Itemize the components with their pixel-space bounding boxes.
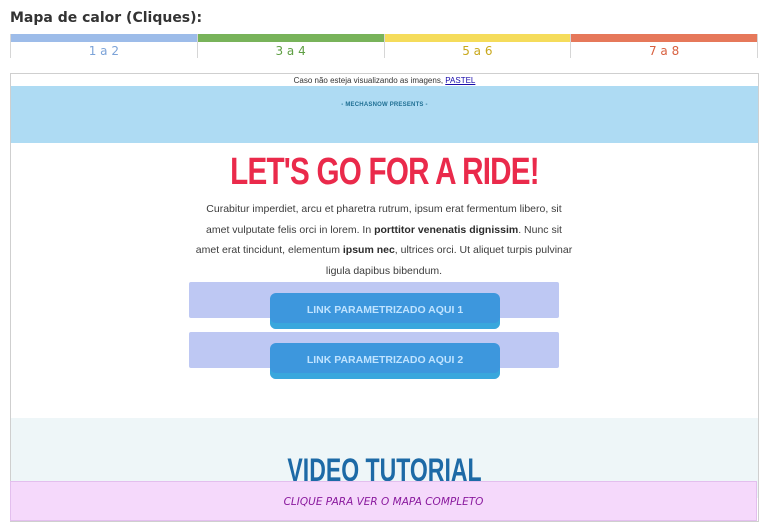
legend-color-bar: [197, 34, 384, 42]
legend-item-7-8: 7 a 8: [570, 34, 758, 58]
legend-color-bar: [571, 34, 757, 42]
email-headline: LET'S GO FOR A RIDE!: [230, 151, 539, 193]
link-button-1[interactable]: LINK PARAMETRIZADO AQUI 1: [270, 293, 500, 329]
legend-color-bar: [11, 34, 197, 42]
image-notice: Caso não esteja visualizando as imagens,…: [11, 74, 758, 86]
legend-label: 1 a 2: [88, 44, 119, 58]
link-button-2[interactable]: LINK PARAMETRIZADO AQUI 2: [270, 343, 500, 379]
heatmap-legend: 1 a 2 3 a 4 5 a 6 7 a 8: [10, 34, 758, 58]
heatmap-title: Mapa de calor (Cliques):: [10, 10, 203, 26]
legend-item-1-2: 1 a 2: [10, 34, 197, 58]
body-bold-text: ipsum nec: [342, 244, 395, 256]
email-body-text: Curabitur imperdiet, arcu et pharetra ru…: [194, 199, 574, 281]
legend-label: 5 a 6: [462, 44, 493, 58]
body-bold-text: porttitor venenatis dignissim: [374, 223, 519, 236]
image-notice-text: Caso não esteja visualizando as imagens,: [293, 76, 444, 85]
presents-text: - MECHASNOW PRESENTS -: [341, 102, 428, 108]
legend-item-3-4: 3 a 4: [196, 34, 384, 58]
legend-label: 3 a 4: [275, 44, 306, 58]
legend-item-5-6: 5 a 6: [383, 34, 571, 58]
full-map-button[interactable]: CLIQUE PARA VER O MAPA COMPLETO: [10, 481, 757, 521]
legend-label: 7 a 8: [648, 44, 680, 58]
hero-banner: - MECHASNOW PRESENTS -: [11, 86, 758, 143]
notice-link[interactable]: PASTEL: [445, 76, 475, 85]
email-preview-frame[interactable]: Caso não esteja visualizando as imagens,…: [10, 73, 759, 522]
legend-color-bar: [384, 34, 571, 42]
